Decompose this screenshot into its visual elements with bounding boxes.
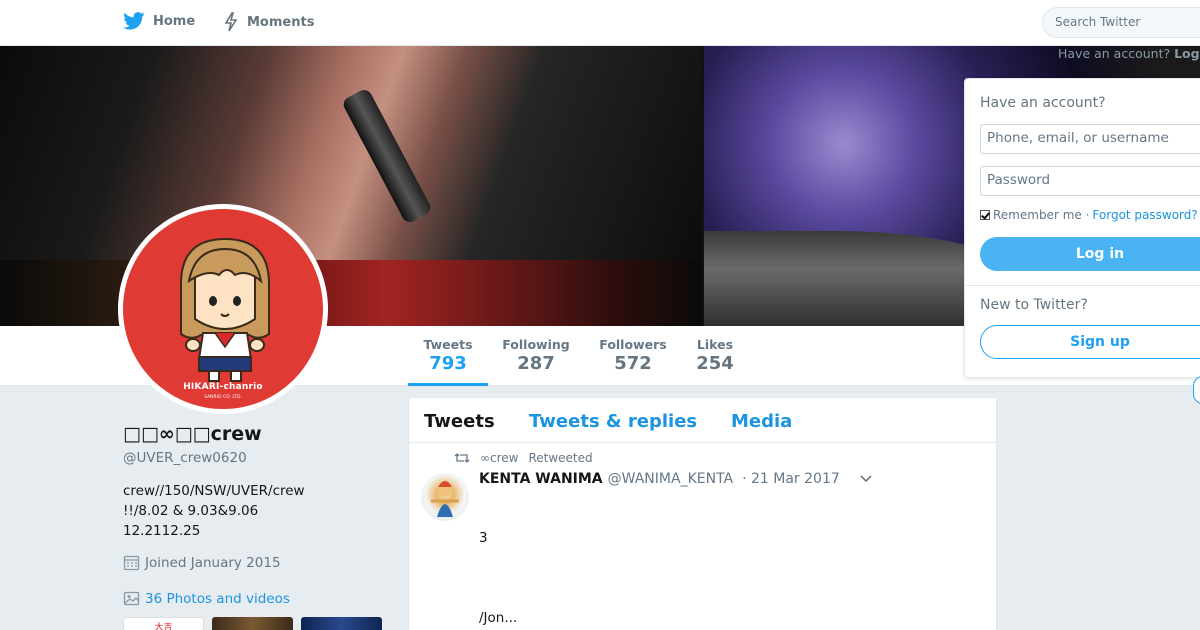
photo-thumbnail[interactable]: 大吉 [123, 617, 204, 630]
calendar-icon [123, 555, 140, 571]
retweeted-by[interactable]: ∞crew [480, 451, 518, 465]
tweet-text-line: /Jon... [479, 610, 518, 626]
retweet-icon [454, 453, 470, 463]
remember-me-label[interactable]: Remember me · [993, 208, 1089, 222]
follow-button-edge[interactable] [1193, 376, 1200, 404]
tab-tweets[interactable]: Tweets [424, 411, 495, 432]
remember-me-checkbox[interactable] [980, 210, 990, 220]
password-placeholder: Password [987, 172, 1051, 188]
stat-likes-value: 254 [696, 353, 734, 374]
remember-me-row: Remember me · Forgot password? [980, 208, 1198, 222]
timeline: Tweets Tweets & replies Media ∞crew Retw… [408, 397, 997, 630]
tweet-author-name[interactable]: KENTA WANIMA [479, 471, 603, 487]
photo-thumbnail[interactable] [301, 617, 382, 630]
tab-tweets-replies[interactable]: Tweets & replies [529, 411, 697, 432]
tweet-timestamp[interactable]: · 21 Mar 2017 [742, 471, 840, 487]
tweet-header: KENTA WANIMA @WANIMA_KENTA · 21 Mar 2017 [479, 471, 840, 487]
nav-moments-label: Moments [247, 14, 315, 30]
bio-line: 12.2112.25 [123, 523, 201, 539]
tweet-text-line: 3 [479, 530, 488, 546]
username-field[interactable]: Phone, email, or username [980, 124, 1200, 154]
stat-following-value: 287 [517, 353, 555, 374]
search-placeholder: Search Twitter [1055, 15, 1141, 29]
bio-line: crew//150/NSW/UVER/crew [123, 483, 305, 499]
tweet-author-handle[interactable]: @WANIMA_KENTA [608, 471, 733, 487]
search-input[interactable]: Search Twitter [1042, 7, 1200, 38]
login-button[interactable]: Log in [980, 237, 1200, 271]
have-account-top-text: Have an account? [1058, 46, 1171, 61]
nav-moments[interactable]: Moments [223, 12, 314, 32]
login-divider [965, 285, 1200, 286]
login-title: Have an account? [980, 95, 1106, 111]
profile-display-name[interactable]: □□∞□□crew [123, 423, 262, 445]
password-field[interactable]: Password [980, 166, 1200, 196]
lightning-icon [224, 12, 238, 32]
top-navigation-bar: Home Moments Search Twitter [0, 0, 1200, 46]
login-top-link[interactable]: Log [1174, 46, 1200, 61]
timeline-tabs: Tweets Tweets & replies Media [409, 398, 996, 443]
stat-tweets-value: 793 [429, 353, 467, 374]
nav-home[interactable]: Home [123, 12, 195, 30]
photos-videos-link[interactable]: 36 Photos and videos [123, 590, 290, 607]
avatar-subcaption: SANRIO CO. LTD. [204, 395, 242, 400]
stat-followers-label: Followers [599, 337, 667, 352]
signup-button[interactable]: Sign up [980, 325, 1200, 359]
retweet-context: ∞crew Retweeted [454, 451, 593, 465]
avatar-caption: HIKARI-chanrio [183, 382, 263, 392]
profile-bio: crew//150/NSW/UVER/crew !!/8.02 & 9.03&9… [123, 481, 305, 541]
stat-tweets-label: Tweets [423, 337, 473, 352]
character-illustration [180, 237, 270, 382]
photos-videos-label: 36 Photos and videos [145, 590, 290, 607]
image-icon [123, 591, 140, 606]
tab-media[interactable]: Media [731, 411, 792, 432]
stat-following-label: Following [502, 337, 570, 352]
nav-home-label: Home [153, 13, 196, 29]
avatar-illustration: HIKARI-chanrio SANRIO CO. LTD. [123, 209, 323, 409]
photo-thumbnail[interactable] [212, 617, 293, 630]
new-to-twitter-label: New to Twitter? [980, 297, 1088, 313]
stat-followers[interactable]: Followers 572 [596, 337, 670, 374]
profile-joined: Joined January 2015 [123, 554, 281, 571]
login-card: Have an account? Phone, email, or userna… [964, 78, 1200, 378]
bio-line: !!/8.02 & 9.03&9.06 [123, 503, 259, 519]
author-avatar-illustration [431, 481, 459, 517]
joined-text: Joined January 2015 [145, 554, 281, 571]
twitter-bird-icon [123, 12, 145, 30]
header-photo-singer [0, 46, 702, 260]
username-placeholder: Phone, email, or username [987, 130, 1169, 146]
have-account-top: Have an account? Log [1058, 46, 1200, 61]
photo-thumbnail-text: 大吉 [154, 623, 173, 630]
forgot-password-link[interactable]: Forgot password? [1092, 208, 1197, 222]
retweeted-label: Retweeted [528, 451, 593, 465]
profile-handle[interactable]: @UVER_crew0620 [123, 450, 247, 466]
stat-followers-value: 572 [614, 353, 652, 374]
chevron-down-icon[interactable] [859, 474, 873, 484]
stat-likes-label: Likes [696, 337, 734, 352]
stat-following[interactable]: Following 287 [500, 337, 572, 374]
header-photo-eye [0, 260, 702, 326]
stat-likes[interactable]: Likes 254 [692, 337, 738, 374]
tweet-author-avatar[interactable] [421, 473, 469, 521]
profile-avatar[interactable]: HIKARI-chanrio SANRIO CO. LTD. [118, 204, 328, 414]
stat-tweets[interactable]: Tweets 793 [408, 337, 488, 386]
